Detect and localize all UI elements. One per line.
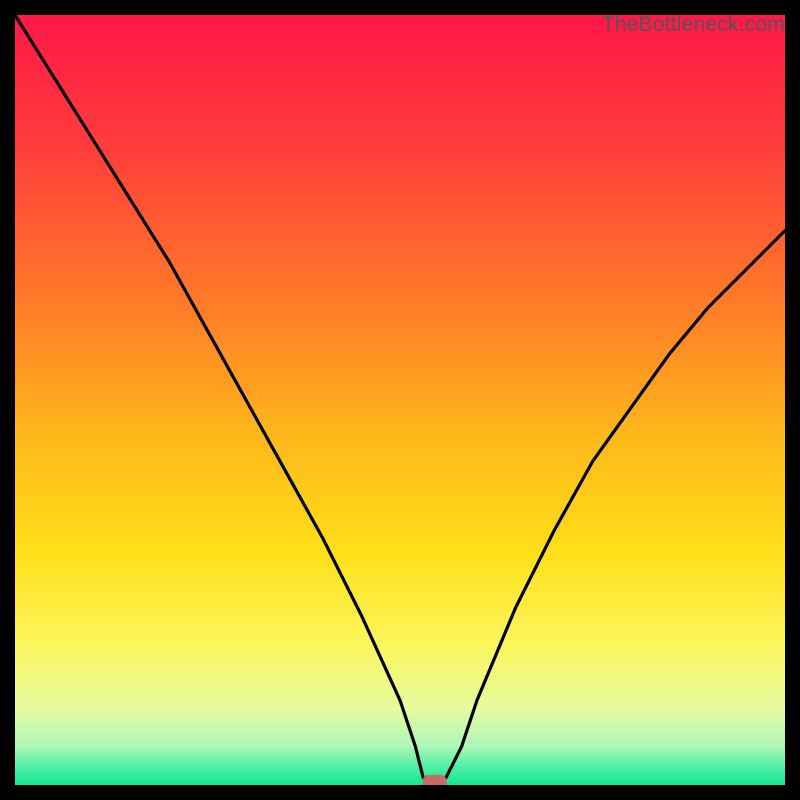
chart-frame: TheBottleneck.com [15, 15, 785, 785]
optimal-marker [423, 775, 447, 785]
watermark-text: TheBottleneck.com [602, 13, 785, 37]
bottleneck-chart [15, 15, 785, 785]
chart-background-gradient [15, 15, 785, 785]
